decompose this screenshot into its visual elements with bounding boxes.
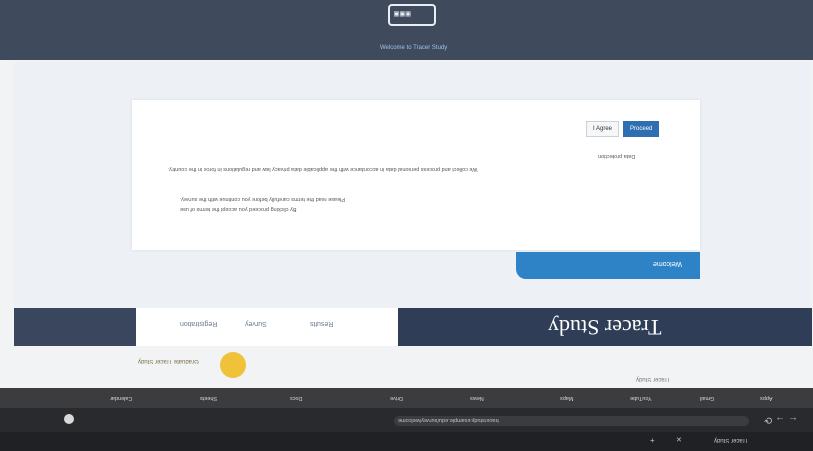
nav-item-results[interactable]: Results	[310, 320, 333, 327]
bookmark-item[interactable]: News	[470, 395, 484, 401]
notice-buttons: I Agree Proceed	[586, 121, 660, 137]
bookmark-item[interactable]: Drive	[390, 395, 403, 401]
footer-text: Graduate Tracer Study	[138, 358, 199, 364]
bookmark-item[interactable]: Docs	[290, 395, 303, 401]
nav-menu	[136, 308, 398, 346]
new-tab-icon[interactable]: +	[650, 436, 655, 445]
bookmark-item[interactable]: YouTube	[630, 395, 652, 401]
browser-nav-icons[interactable]: ← → ⟳	[764, 414, 798, 425]
proceed-button[interactable]: Proceed	[623, 121, 660, 137]
site-logo[interactable]: ▣▣▣	[388, 4, 436, 26]
welcome-tab-label: Welcome	[652, 260, 682, 267]
nav-item-registration[interactable]: Registration	[180, 320, 217, 327]
bookmark-item[interactable]: Maps	[560, 395, 573, 401]
footer-logo-icon	[220, 352, 246, 378]
nav-item-survey[interactable]: Survey	[245, 320, 267, 327]
nav-left-strip	[14, 308, 136, 346]
agree-button[interactable]: I Agree	[586, 121, 620, 137]
close-icon[interactable]: ✕	[676, 436, 682, 444]
url-text: tracerstudy.example.edu/survey/welcome	[398, 417, 499, 423]
bookmark-item[interactable]: Apps	[760, 395, 773, 401]
notice-text: By clicking proceed you accept the terms…	[180, 206, 297, 212]
bookmark-item[interactable]: Sheets	[200, 395, 217, 401]
header-link[interactable]: Welcome to Tracer Study	[380, 45, 447, 51]
notice-heading: Data protection	[598, 153, 636, 159]
bookmark-item[interactable]: Gmail	[700, 395, 714, 401]
browser-tab-title[interactable]: Tracer Study	[714, 437, 748, 443]
tab-strip	[0, 432, 813, 451]
bookmark-item[interactable]: Calendar	[110, 395, 132, 401]
notice-text: We collect and process personal data in …	[168, 166, 478, 172]
notice-text: Please read the terms carefully before y…	[180, 196, 345, 202]
footer-right-text: Tracer Study	[636, 376, 671, 382]
page-title: Tracer Study	[548, 315, 662, 340]
profile-icon[interactable]	[64, 414, 74, 424]
logo-mark: ▣▣▣	[394, 9, 412, 18]
welcome-tab[interactable]: Welcome	[516, 252, 700, 279]
